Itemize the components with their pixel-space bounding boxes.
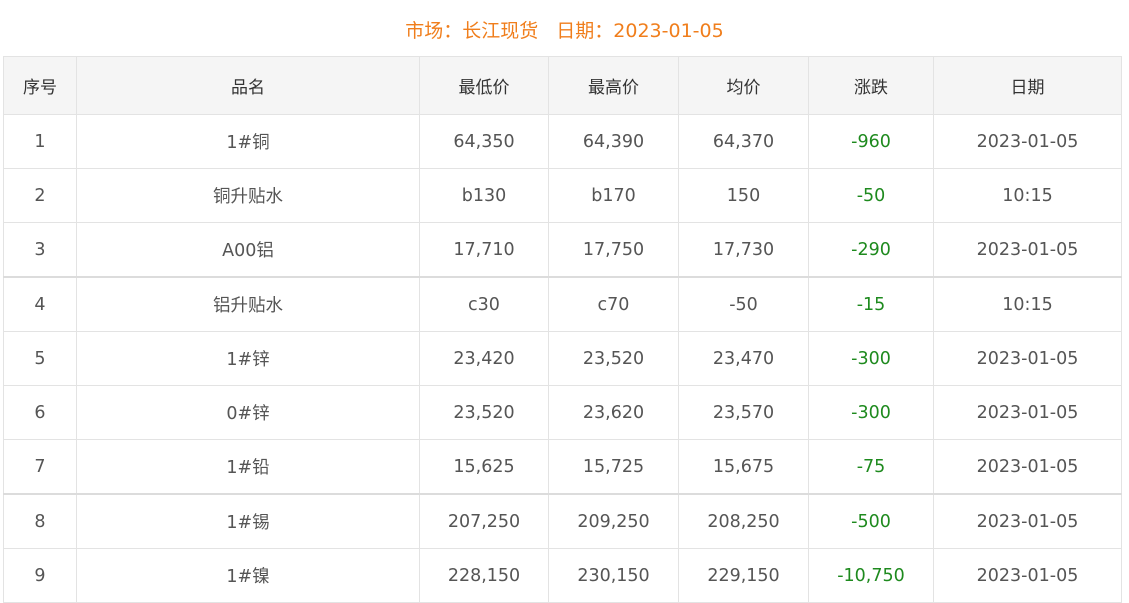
cell-change: -960 xyxy=(808,114,934,169)
table-row: 6 0#锌 23,520 23,620 23,570 -300 2023-01-… xyxy=(3,385,1122,440)
cell-low: 64,350 xyxy=(419,114,549,169)
cell-high: 15,725 xyxy=(548,439,679,495)
cell-low: 23,420 xyxy=(419,331,549,386)
date-label: 日期：2023-01-05 xyxy=(556,20,724,42)
table-row: 8 1#锡 207,250 209,250 208,250 -500 2023-… xyxy=(3,493,1122,549)
cell-name: A00铝 xyxy=(76,222,420,278)
cell-no: 9 xyxy=(3,548,77,603)
header-low: 最低价 xyxy=(419,56,549,115)
table-row: 3 A00铝 17,710 17,750 17,730 -290 2023-01… xyxy=(3,222,1122,278)
header-high: 最高价 xyxy=(548,56,679,115)
cell-change: -50 xyxy=(808,168,934,223)
cell-avg: 23,470 xyxy=(678,331,809,386)
cell-avg: -50 xyxy=(678,276,809,332)
cell-high: 23,520 xyxy=(548,331,679,386)
cell-low: 228,150 xyxy=(419,548,549,603)
table-row: 9 1#镍 228,150 230,150 229,150 -10,750 20… xyxy=(3,548,1122,603)
cell-low: 15,625 xyxy=(419,439,549,495)
cell-avg: 208,250 xyxy=(678,493,809,549)
cell-change: -75 xyxy=(808,439,934,495)
cell-avg: 15,675 xyxy=(678,439,809,495)
cell-avg: 150 xyxy=(678,168,809,223)
cell-change: -10,750 xyxy=(808,548,934,603)
cell-name: 1#锌 xyxy=(76,331,420,386)
cell-name: 1#铅 xyxy=(76,439,420,495)
cell-low: 17,710 xyxy=(419,222,549,278)
cell-date: 2023-01-05 xyxy=(933,114,1122,169)
header-avg: 均价 xyxy=(678,56,809,115)
cell-high: c70 xyxy=(548,276,679,332)
cell-no: 1 xyxy=(3,114,77,169)
cell-no: 6 xyxy=(3,385,77,440)
table-row: 4 铝升贴水 c30 c70 -50 -15 10:15 xyxy=(3,276,1122,332)
cell-avg: 229,150 xyxy=(678,548,809,603)
table-row: 1 1#铜 64,350 64,390 64,370 -960 2023-01-… xyxy=(3,114,1122,169)
cell-avg: 17,730 xyxy=(678,222,809,278)
cell-date: 2023-01-05 xyxy=(933,385,1122,440)
cell-date: 10:15 xyxy=(933,168,1122,223)
header-change: 涨跌 xyxy=(808,56,934,115)
cell-avg: 23,570 xyxy=(678,385,809,440)
cell-name: 1#锡 xyxy=(76,493,420,549)
cell-no: 8 xyxy=(3,493,77,549)
cell-low: b130 xyxy=(419,168,549,223)
header-no: 序号 xyxy=(3,56,77,115)
cell-name: 1#铜 xyxy=(76,114,420,169)
cell-name: 铝升贴水 xyxy=(76,276,420,332)
cell-no: 2 xyxy=(3,168,77,223)
cell-high: 230,150 xyxy=(548,548,679,603)
table-row: 2 铜升贴水 b130 b170 150 -50 10:15 xyxy=(3,168,1122,223)
cell-change: -15 xyxy=(808,276,934,332)
cell-no: 4 xyxy=(3,276,77,332)
header-date: 日期 xyxy=(933,56,1122,115)
cell-high: 64,390 xyxy=(548,114,679,169)
header-name: 品名 xyxy=(76,56,420,115)
cell-date: 2023-01-05 xyxy=(933,493,1122,549)
header-row: 序号 品名 最低价 最高价 均价 涨跌 日期 xyxy=(3,56,1122,115)
cell-avg: 64,370 xyxy=(678,114,809,169)
cell-high: 23,620 xyxy=(548,385,679,440)
cell-high: b170 xyxy=(548,168,679,223)
cell-date: 2023-01-05 xyxy=(933,222,1122,278)
cell-date: 2023-01-05 xyxy=(933,548,1122,603)
market-caption: 市场：长江现货 日期：2023-01-05 xyxy=(0,0,1129,56)
cell-high: 209,250 xyxy=(548,493,679,549)
cell-change: -300 xyxy=(808,331,934,386)
cell-date: 10:15 xyxy=(933,276,1122,332)
cell-no: 5 xyxy=(3,331,77,386)
cell-high: 17,750 xyxy=(548,222,679,278)
cell-date: 2023-01-05 xyxy=(933,439,1122,495)
price-table: 序号 品名 最低价 最高价 均价 涨跌 日期 1 1#铜 64,350 64,3… xyxy=(3,56,1122,603)
cell-change: -500 xyxy=(808,493,934,549)
cell-change: -300 xyxy=(808,385,934,440)
cell-no: 7 xyxy=(3,439,77,495)
table-row: 5 1#锌 23,420 23,520 23,470 -300 2023-01-… xyxy=(3,331,1122,386)
market-label: 市场：长江现货 xyxy=(405,20,539,42)
cell-change: -290 xyxy=(808,222,934,278)
cell-low: 23,520 xyxy=(419,385,549,440)
table-row: 7 1#铅 15,625 15,725 15,675 -75 2023-01-0… xyxy=(3,439,1122,495)
cell-low: c30 xyxy=(419,276,549,332)
cell-no: 3 xyxy=(3,222,77,278)
cell-low: 207,250 xyxy=(419,493,549,549)
cell-date: 2023-01-05 xyxy=(933,331,1122,386)
cell-name: 铜升贴水 xyxy=(76,168,420,223)
cell-name: 1#镍 xyxy=(76,548,420,603)
cell-name: 0#锌 xyxy=(76,385,420,440)
